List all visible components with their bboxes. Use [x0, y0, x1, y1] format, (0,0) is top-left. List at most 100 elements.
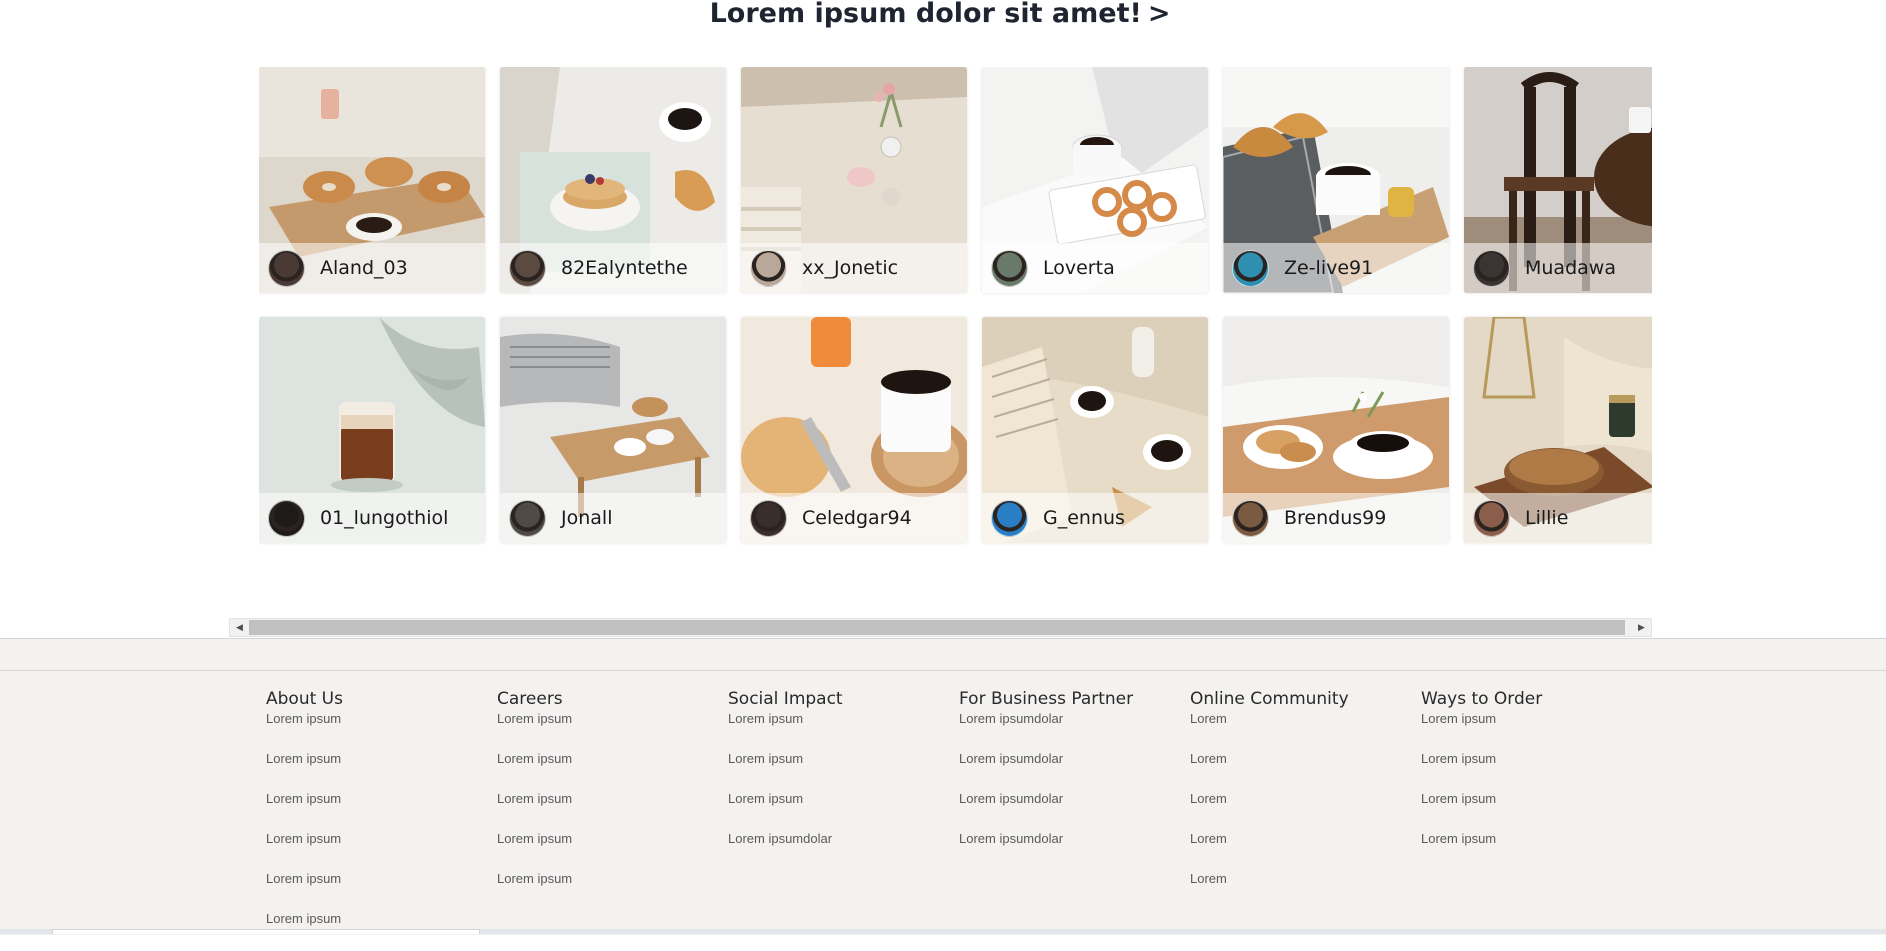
gallery-card[interactable]: Jonall	[500, 317, 726, 543]
footer-column-title: Careers	[497, 689, 563, 709]
card-caption: Muadawa	[1464, 243, 1652, 293]
footer-link[interactable]: Lorem	[1190, 711, 1415, 751]
username[interactable]: Loverta	[1043, 257, 1115, 279]
scroll-right-arrow-icon[interactable]: ▶	[1632, 619, 1651, 636]
gallery-card[interactable]: Loverta	[982, 67, 1208, 293]
bottom-tab[interactable]	[52, 929, 480, 934]
card-caption: xx_Jonetic	[741, 243, 967, 293]
username[interactable]: Jonall	[561, 507, 612, 529]
footer-link[interactable]: Lorem ipsumdolar	[959, 791, 1184, 831]
gallery-card[interactable]: Muadawa	[1464, 67, 1652, 293]
username[interactable]: Muadawa	[1525, 257, 1616, 279]
footer-link[interactable]: Lorem ipsum	[266, 791, 491, 831]
footer-link[interactable]: Lorem ipsumdolar	[728, 831, 953, 871]
footer-link[interactable]: Lorem	[1190, 871, 1415, 911]
card-caption: 82Ealyntethe	[500, 243, 726, 293]
footer-column: For Business Partner Lorem ipsumdolar Lore…	[959, 687, 1184, 871]
footer-link[interactable]: Lorem ipsum	[497, 711, 722, 751]
avatar[interactable]	[1473, 249, 1510, 287]
footer-link[interactable]: Lorem ipsum	[1421, 831, 1646, 871]
footer-column-title: About Us	[266, 689, 343, 709]
footer-column: Social Impact Lorem ipsum Lorem ipsum Lorem…	[728, 687, 953, 871]
card-caption: Jonall	[500, 493, 726, 543]
card-caption: Aland_03	[259, 243, 485, 293]
gallery-card[interactable]: xx_Jonetic	[741, 67, 967, 293]
footer-link[interactable]: Lorem ipsum	[266, 831, 491, 871]
username[interactable]: G_ennus	[1043, 507, 1125, 529]
gallery-card[interactable]: Aland_03	[259, 67, 485, 293]
gallery-card[interactable]: Celedgar94	[741, 317, 967, 543]
card-caption: 01_lungothiol	[259, 493, 485, 543]
avatar[interactable]	[991, 249, 1028, 287]
footer-column: About Us Lorem ipsum Lorem ipsum Lorem ipsu…	[266, 687, 491, 951]
card-caption: Brendus99	[1223, 493, 1449, 543]
username[interactable]: 01_lungothiol	[320, 507, 448, 529]
card-caption: Ze-live91	[1223, 243, 1449, 293]
gallery-card[interactable]: Brendus99	[1223, 317, 1449, 543]
gallery-card[interactable]: 01_lungothiol	[259, 317, 485, 543]
avatar[interactable]	[268, 249, 305, 287]
footer-link[interactable]: Lorem ipsum	[728, 751, 953, 791]
footer-link[interactable]: Lorem ipsumdolar	[959, 831, 1184, 871]
card-caption: Loverta	[982, 243, 1208, 293]
gallery-card[interactable]: Lillie	[1464, 317, 1652, 543]
footer-link[interactable]: Lorem ipsum	[1421, 751, 1646, 791]
footer-link[interactable]: Lorem ipsum	[266, 751, 491, 791]
username[interactable]: 82Ealyntethe	[561, 257, 688, 279]
avatar[interactable]	[1232, 249, 1269, 287]
footer-link[interactable]: Lorem ipsum	[497, 871, 722, 911]
horizontal-scrollbar[interactable]: ◀ ▶	[229, 618, 1652, 637]
footer-link[interactable]: Lorem ipsum	[1421, 791, 1646, 831]
footer-link[interactable]: Lorem ipsum	[497, 791, 722, 831]
footer-column-title: For Business Partner	[959, 689, 1134, 709]
footer-link[interactable]: Lorem ipsumdolar	[959, 711, 1184, 751]
footer-link[interactable]: Lorem ipsum	[497, 751, 722, 791]
card-caption: Celedgar94	[741, 493, 967, 543]
footer-column-title: Online Community	[1190, 689, 1349, 709]
username[interactable]: Lillie	[1525, 507, 1568, 529]
username[interactable]: Aland_03	[320, 257, 408, 279]
footer-link[interactable]: Lorem	[1190, 751, 1415, 791]
card-caption: G_ennus	[982, 493, 1208, 543]
browser-bottom-bar	[0, 929, 1886, 934]
username[interactable]: Ze-live91	[1284, 257, 1373, 279]
gallery-grid: Aland_03 82Ealyntethe xx_Jonetic Loverta Ze-…	[259, 67, 1652, 543]
username[interactable]: xx_Jonetic	[802, 257, 898, 279]
chevron-right-icon: >	[1147, 0, 1171, 29]
card-caption: Lillie	[1464, 493, 1652, 543]
footer-link[interactable]: Lorem ipsum	[266, 711, 491, 751]
footer-column-title: Social Impact	[728, 689, 843, 709]
footer-link[interactable]: Lorem	[1190, 791, 1415, 831]
footer-link[interactable]: Lorem ipsum	[1421, 711, 1646, 751]
avatar[interactable]	[509, 249, 546, 287]
site-footer: About Us Lorem ipsum Lorem ipsum Lorem ipsu…	[0, 638, 1886, 935]
footer-divider	[0, 670, 1886, 671]
username[interactable]: Brendus99	[1284, 507, 1386, 529]
footer-link[interactable]: Lorem ipsumdolar	[959, 751, 1184, 791]
section-title[interactable]: Lorem ipsum dolor sit amet! >	[0, 0, 1880, 28]
footer-link[interactable]: Lorem ipsum	[266, 871, 491, 911]
footer-link[interactable]: Lorem ipsum	[728, 711, 953, 751]
avatar[interactable]	[1232, 499, 1269, 537]
footer-link[interactable]: Lorem ipsum	[497, 831, 722, 871]
avatar[interactable]	[750, 499, 787, 537]
photo-gallery: Aland_03 82Ealyntethe xx_Jonetic Loverta Ze-…	[259, 67, 1652, 547]
section-title-text: Lorem ipsum dolor sit amet!	[709, 0, 1142, 29]
footer-link[interactable]: Lorem ipsum	[728, 791, 953, 831]
gallery-card[interactable]: Ze-live91	[1223, 67, 1449, 293]
username[interactable]: Celedgar94	[802, 507, 912, 529]
footer-column: Careers Lorem ipsum Lorem ipsum Lorem ipsum…	[497, 687, 722, 911]
avatar[interactable]	[991, 499, 1028, 537]
avatar[interactable]	[1473, 499, 1510, 537]
scrollbar-thumb[interactable]	[249, 620, 1625, 635]
gallery-card[interactable]: 82Ealyntethe	[500, 67, 726, 293]
scroll-left-arrow-icon[interactable]: ◀	[230, 619, 249, 636]
footer-link[interactable]: Lorem	[1190, 831, 1415, 871]
footer-column: Online Community Lorem Lorem Lorem Lorem Lore…	[1190, 687, 1415, 911]
gallery-card[interactable]: G_ennus	[982, 317, 1208, 543]
avatar[interactable]	[509, 499, 546, 537]
avatar[interactable]	[750, 249, 787, 287]
avatar[interactable]	[268, 499, 305, 537]
footer-column: Ways to Order Lorem ipsum Lorem ipsum Lorem…	[1421, 687, 1646, 871]
footer-column-title: Ways to Order	[1421, 689, 1543, 709]
